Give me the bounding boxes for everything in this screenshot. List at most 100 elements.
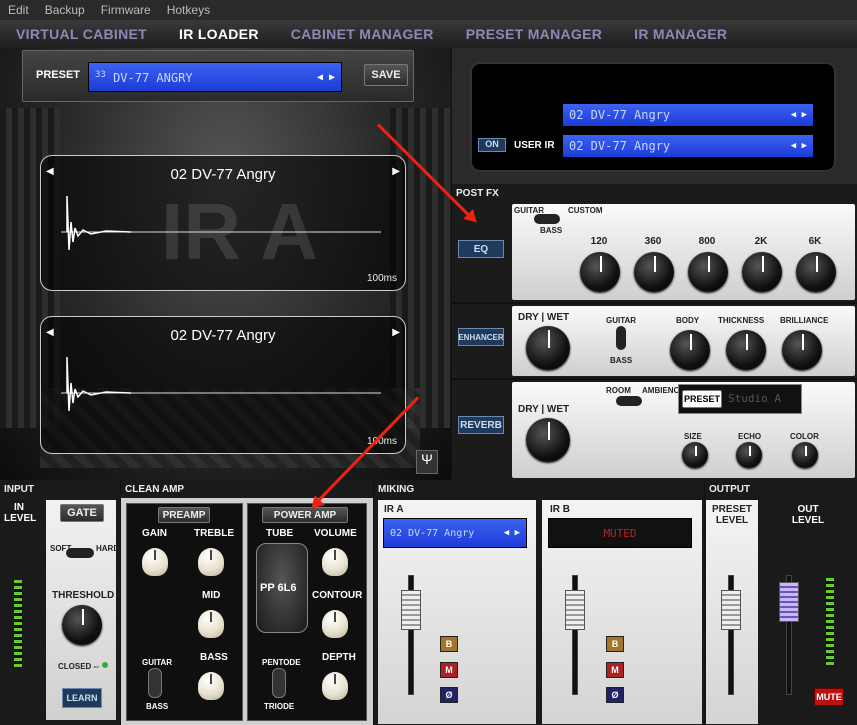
preset-arrows-icon[interactable]: ◀ ▶ [317, 72, 335, 83]
treble-knob[interactable] [198, 548, 224, 576]
preamp-mode-switch[interactable] [148, 668, 162, 698]
enhancer-mode-switch[interactable] [616, 326, 626, 350]
nav-tabs: VIRTUAL CABINET IR LOADER CABINET MANAGE… [0, 20, 857, 48]
contour-knob[interactable] [322, 610, 348, 638]
eq-6k-knob[interactable] [796, 252, 836, 292]
reverb-preset-button[interactable]: PRESET [682, 390, 722, 408]
ir-a-title: 02 DV-77 Angry [170, 166, 276, 183]
mic-b-m-button[interactable]: M [606, 662, 624, 678]
user-ir-display-2[interactable]: 02 DV-77 Angry ◀ ▶ [562, 134, 814, 158]
thickness-knob[interactable] [726, 330, 766, 370]
reverb-dry-wet: DRY | WET [518, 404, 570, 415]
gate-mode-switch[interactable] [66, 548, 94, 558]
tab-virtual-cabinet[interactable]: VIRTUAL CABINET [0, 26, 163, 42]
eq-switch-custom: CUSTOM [568, 206, 603, 215]
eq-2k-knob[interactable] [742, 252, 782, 292]
tab-ir-manager[interactable]: IR MANAGER [618, 26, 743, 42]
learn-button[interactable]: LEARN [62, 688, 102, 708]
enhancer-brilliance-label: BRILLIANCE [780, 316, 829, 325]
tab-cabinet-manager[interactable]: CABINET MANAGER [275, 26, 450, 42]
power-amp-button[interactable]: POWER AMP [262, 507, 348, 523]
eq-band-6k: 6K [808, 236, 822, 247]
mic-b-fader[interactable] [565, 590, 585, 630]
eq-panel: GUITAR CUSTOM BASS 120 360 800 2K 6K [512, 204, 855, 300]
tube-mode-switch[interactable] [272, 668, 286, 698]
gain-knob[interactable] [142, 548, 168, 576]
reverb-mix-knob[interactable] [526, 418, 570, 462]
mic-ir-b-display[interactable]: MUTED [548, 518, 692, 548]
user-ir-display-1[interactable]: 02 DV-77 Angry ◀ ▶ [562, 103, 814, 127]
threshold-label: THRESHOLD [52, 590, 115, 601]
preamp-bass-label: BASS [146, 702, 169, 711]
size-knob[interactable] [682, 442, 708, 468]
gate-button[interactable]: GATE [60, 504, 104, 522]
reverb-room: ROOM [606, 386, 631, 395]
tube-label: TUBE [266, 528, 294, 539]
arrows-icon[interactable]: ◀ ▶ [791, 141, 807, 151]
bass-label: BASS [200, 652, 228, 663]
in-level-label: IN LEVEL [4, 502, 37, 524]
mid-knob[interactable] [198, 610, 224, 638]
mic-a-m-button[interactable]: M [440, 662, 458, 678]
save-button[interactable]: SAVE [364, 64, 408, 86]
mid-label: MID [202, 590, 221, 601]
mic-b-b-button[interactable]: B [606, 636, 624, 652]
mic-a-b-button[interactable]: B [440, 636, 458, 652]
bass-knob[interactable] [198, 672, 224, 700]
mic-ir-a-display[interactable]: 02 DV-77 Angry ◀ ▶ [383, 518, 527, 548]
enhancer-row: ENHANCER DRY | WET GUITAR BASS BODY THIC… [452, 304, 857, 378]
mic-a-fader[interactable] [401, 590, 421, 630]
eq-band-120: 120 [590, 236, 608, 247]
depth-knob[interactable] [322, 672, 348, 700]
ir-b-panel[interactable]: ◀ ▶ 02 DV-77 Angry 100ms [40, 316, 406, 454]
arrows-icon[interactable]: ◀ ▶ [791, 110, 807, 120]
reverb-mode-switch[interactable] [616, 396, 642, 406]
reverb-echo-label: ECHO [738, 432, 762, 441]
menu-backup[interactable]: Backup [37, 3, 93, 17]
reverb-row: REVERB DRY | WET ROOM AMBIENCE PRESET St… [452, 380, 857, 480]
tuner-icon[interactable]: Ψ [416, 450, 438, 474]
user-ir-row2: 02 DV-77 Angry [569, 139, 671, 153]
reverb-size-label: SIZE [684, 432, 702, 441]
reverb-button[interactable]: REVERB [458, 416, 504, 434]
menu-hotkeys[interactable]: Hotkeys [159, 3, 218, 17]
preset-display[interactable]: 33 DV-77 ANGRY ◀ ▶ [88, 62, 342, 92]
contour-label: CONTOUR [312, 590, 363, 601]
echo-knob[interactable] [736, 442, 762, 468]
volume-knob[interactable] [322, 548, 348, 576]
mic-ir-a-label: IR A [384, 504, 404, 515]
eq-row: EQ GUITAR CUSTOM BASS 120 360 800 2K 6K [452, 202, 857, 302]
ir-a-panel[interactable]: ◀ ▶ 02 DV-77 Angry IR A 100ms [40, 155, 406, 291]
preset-name: DV-77 ANGRY [113, 70, 193, 85]
tube-name: PP 6L6 [260, 582, 297, 594]
threshold-knob[interactable] [62, 605, 102, 645]
eq-120-knob[interactable] [580, 252, 620, 292]
preset-level-fader[interactable] [721, 590, 741, 630]
ir-b-waveform [61, 356, 381, 412]
tab-ir-loader[interactable]: IR LOADER [163, 26, 275, 42]
body-knob[interactable] [670, 330, 710, 370]
preamp-button[interactable]: PREAMP [158, 507, 210, 523]
mic-a-phase-button[interactable]: Ø [440, 687, 458, 703]
brilliance-knob[interactable] [782, 330, 822, 370]
eq-switch-bass: BASS [540, 226, 563, 235]
enhancer-button[interactable]: ENHANCER [458, 328, 504, 346]
menu-edit[interactable]: Edit [0, 3, 37, 17]
eq-mode-switch[interactable] [534, 214, 560, 224]
user-ir-row1: 02 DV-77 Angry [569, 108, 671, 122]
user-ir-on-button[interactable]: ON [478, 138, 506, 152]
mute-button[interactable]: MUTE [814, 688, 844, 706]
eq-360-knob[interactable] [634, 252, 674, 292]
out-level-fader[interactable] [779, 582, 799, 622]
mic-b-phase-button[interactable]: Ø [606, 687, 624, 703]
menu-firmware[interactable]: Firmware [93, 3, 159, 17]
eq-button[interactable]: EQ [458, 240, 504, 258]
tab-preset-manager[interactable]: PRESET MANAGER [450, 26, 618, 42]
menu-bar: Edit Backup Firmware Hotkeys [0, 0, 857, 20]
out-level-label: OUT LEVEL [791, 504, 825, 526]
eq-800-knob[interactable] [688, 252, 728, 292]
color-knob[interactable] [792, 442, 818, 468]
enhancer-mix-knob[interactable] [526, 326, 570, 370]
enhancer-body-label: BODY [676, 316, 700, 325]
arrows-icon[interactable]: ◀ ▶ [504, 528, 520, 538]
